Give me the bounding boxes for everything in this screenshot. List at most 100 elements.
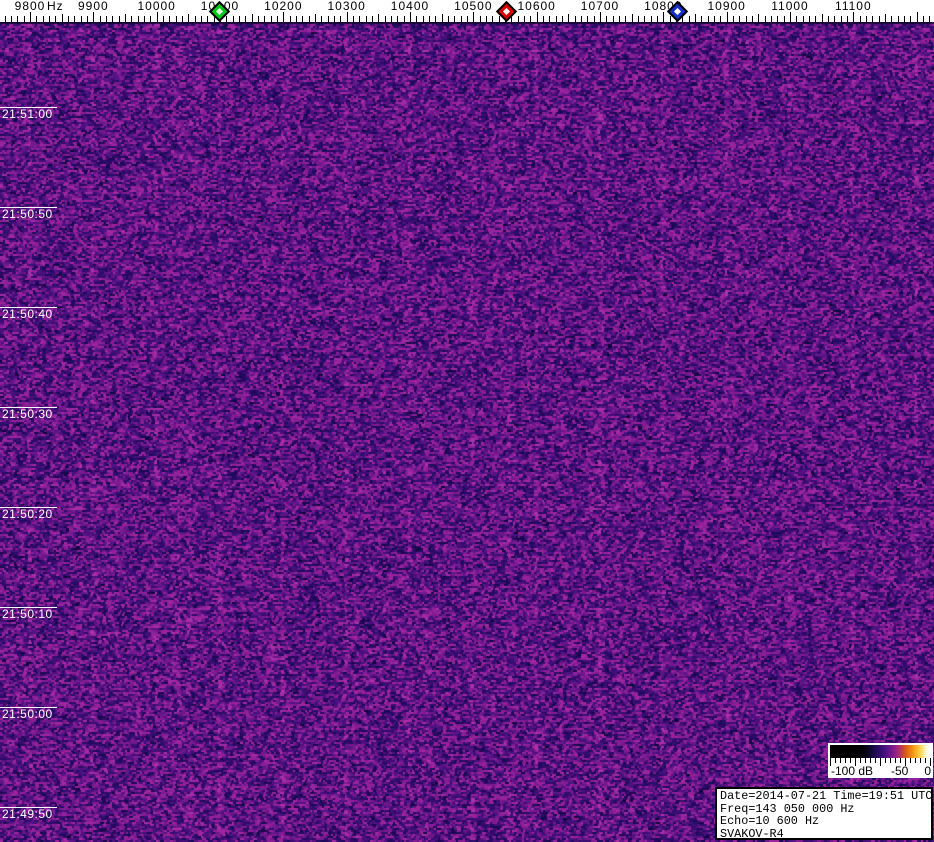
time-label-text: 21:50:00	[0, 708, 57, 721]
ruler-tick	[353, 16, 354, 22]
ruler-tick	[866, 16, 867, 22]
info-station-callsign: SVAKOV-R4	[720, 828, 931, 841]
ruler-tick	[860, 16, 861, 22]
ruler-tick	[264, 16, 265, 22]
ruler-tick	[271, 16, 272, 22]
ruler-tick	[309, 16, 310, 22]
colorbar-label-min: -100 dB	[831, 764, 873, 778]
colorbar-tick	[885, 758, 886, 763]
ruler-tick	[226, 16, 227, 22]
ruler-tick	[885, 14, 886, 22]
colorbar-labels: -100 dB -50 0	[828, 764, 933, 778]
ruler-tick	[119, 16, 120, 22]
ruler-tick	[17, 16, 18, 22]
time-label-text: 21:50:20	[0, 508, 57, 521]
ruler-tick	[239, 16, 240, 22]
time-label: 21:50:20	[0, 507, 57, 521]
ruler-tick	[872, 16, 873, 22]
ruler-tick	[296, 16, 297, 22]
ruler-tick	[144, 16, 145, 22]
ruler-tick	[784, 16, 785, 22]
ruler-tick	[423, 16, 424, 22]
colorbar-tick	[875, 758, 876, 763]
ruler-tick	[518, 16, 519, 22]
ruler-tick	[486, 16, 487, 22]
ruler-tick	[923, 16, 924, 22]
ruler-tick	[733, 16, 734, 22]
ruler-tick	[619, 16, 620, 22]
ruler-tick	[68, 16, 69, 22]
time-label-text: 21:50:40	[0, 308, 57, 321]
ruler-tick	[904, 16, 905, 22]
ruler-tick	[594, 16, 595, 22]
ruler-tick	[252, 14, 253, 22]
ruler-tick	[796, 16, 797, 22]
ruler-tick	[492, 16, 493, 22]
ruler-tick	[416, 16, 417, 22]
ruler-tick	[125, 14, 126, 22]
ruler-tick	[442, 14, 443, 22]
ruler-tick	[771, 16, 772, 22]
ruler-tick	[701, 16, 702, 22]
frequency-unit-label: Hz	[47, 0, 64, 13]
ruler-tick	[638, 16, 639, 22]
ruler-tick	[334, 16, 335, 22]
time-label-text: 21:51:00	[0, 108, 57, 121]
ruler-tick	[613, 16, 614, 22]
ruler-tick	[11, 16, 12, 22]
ruler-tick	[524, 16, 525, 22]
colorbar-tick	[910, 758, 911, 763]
ruler-tick	[43, 16, 44, 22]
ruler-tick	[670, 16, 671, 22]
time-label: 21:50:30	[0, 407, 57, 421]
ruler-tick	[182, 16, 183, 22]
ruler-tick	[720, 16, 721, 22]
ruler-tick	[201, 16, 202, 22]
ruler-tick	[657, 16, 658, 22]
ruler-tick	[803, 16, 804, 22]
colorbar-tick	[925, 758, 926, 763]
colorbar-tick	[895, 758, 896, 763]
colorbar-gradient	[830, 745, 931, 758]
ruler-tick	[410, 12, 411, 22]
colorbar-label-mid: -50	[891, 764, 908, 778]
colorbar-label-max: 0	[924, 764, 931, 778]
ruler-tick	[480, 16, 481, 22]
time-label: 21:50:50	[0, 207, 57, 221]
ruler-tick	[853, 12, 854, 22]
ruler-tick	[55, 16, 56, 22]
colorbar-tick	[920, 758, 921, 763]
ruler-tick	[277, 16, 278, 22]
ruler-tick	[176, 16, 177, 22]
time-label-text: 21:50:10	[0, 608, 57, 621]
ruler-tick	[359, 16, 360, 22]
ruler-tick	[758, 14, 759, 22]
ruler-tick	[87, 16, 88, 22]
ruler-tick	[138, 16, 139, 22]
ruler-tick	[429, 16, 430, 22]
ruler-tick	[163, 16, 164, 22]
time-label: 21:50:00	[0, 707, 57, 721]
waterfall-canvas	[0, 22, 934, 842]
ruler-tick	[644, 16, 645, 22]
ruler-tick	[600, 12, 601, 22]
ruler-tick	[378, 14, 379, 22]
ruler-tick	[714, 16, 715, 22]
ruler-tick	[543, 16, 544, 22]
marker-center-dot	[674, 8, 681, 15]
colorbar-tick	[900, 758, 901, 763]
ruler-tick	[739, 16, 740, 22]
ruler-tick	[454, 16, 455, 22]
ruler-tick	[625, 16, 626, 22]
ruler-tick	[93, 12, 94, 22]
ruler-tick	[258, 16, 259, 22]
ruler-tick	[891, 16, 892, 22]
ruler-tick	[746, 16, 747, 22]
ruler-tick	[30, 12, 31, 22]
marker-center-dot	[503, 8, 510, 15]
ruler-tick	[302, 16, 303, 22]
ruler-tick	[499, 16, 500, 22]
ruler-tick	[233, 16, 234, 22]
ruler-tick	[815, 16, 816, 22]
ruler-tick	[467, 16, 468, 22]
